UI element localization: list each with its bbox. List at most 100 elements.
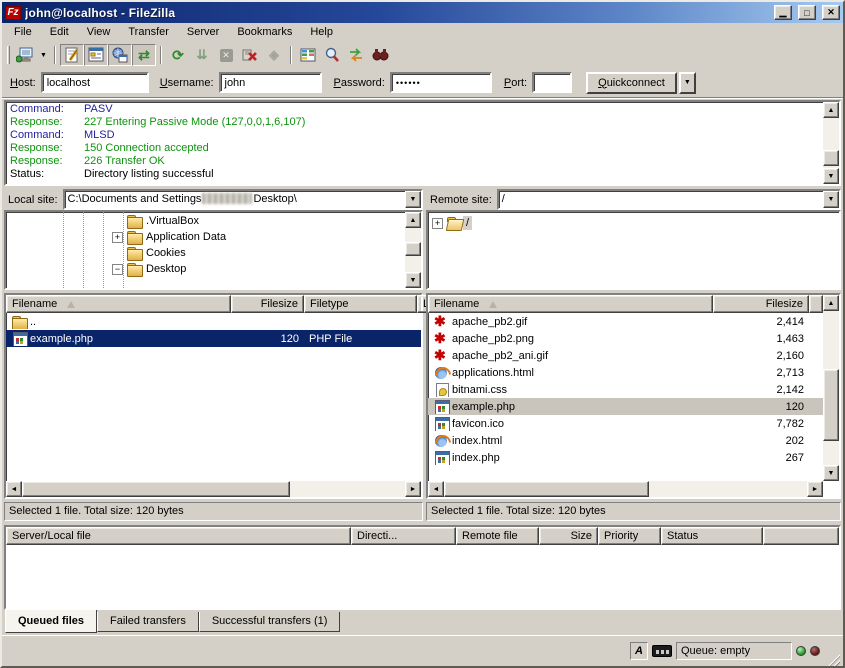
process-queue-button[interactable]: ⇊ [190, 44, 214, 66]
scrollbar-thumb[interactable] [823, 150, 839, 166]
toggle-transfer-queue-button[interactable]: ⇄ [132, 44, 156, 66]
column-header-direction[interactable]: Directi... [351, 527, 456, 545]
column-header-filesize[interactable]: Filesize [713, 295, 809, 313]
column-header-filesize[interactable]: Filesize [231, 295, 304, 313]
find-files-button[interactable] [320, 44, 344, 66]
local-site-combo[interactable]: C:\Documents and SettingsDesktop\ ▼ [63, 189, 423, 210]
scrollbar-track[interactable] [823, 311, 839, 465]
menu-bookmarks[interactable]: Bookmarks [228, 24, 301, 41]
titlebar[interactable]: Fz john@localhost - FileZilla ▁ □ ✕ [2, 2, 843, 23]
column-header-filename[interactable]: Filename [428, 295, 713, 313]
menu-file[interactable]: File [5, 24, 41, 41]
resize-grip[interactable] [827, 653, 840, 666]
file-row-apache-pb2-gif[interactable]: apache_pb2.gif 2,414 [428, 313, 823, 330]
remote-site-combo[interactable]: / ▼ [497, 189, 841, 210]
site-manager-dropdown-button[interactable]: ▼ [37, 44, 50, 66]
quickconnect-dropdown-button[interactable]: ▼ [679, 72, 696, 94]
remote-directory-tree[interactable]: / [428, 212, 839, 288]
tree-item-virtualbox[interactable]: .VirtualBox [112, 213, 202, 229]
tree-item-desktop[interactable]: Desktop [112, 261, 189, 277]
queue-body[interactable] [6, 545, 839, 608]
menu-edit[interactable]: Edit [41, 24, 78, 41]
tree-expander[interactable] [112, 264, 123, 275]
scrollbar-track[interactable] [405, 228, 421, 272]
scrollbar-track[interactable] [444, 481, 807, 497]
synchronized-browsing-button[interactable] [344, 44, 368, 66]
file-row-applications-html[interactable]: applications.html 2,713 [428, 364, 823, 381]
scrollbar-thumb[interactable] [405, 242, 421, 256]
file-row-bitnami-css[interactable]: bitnami.css 2,142 [428, 381, 823, 398]
remote-list-horizontal-scrollbar[interactable]: ◄ ► [428, 481, 823, 497]
column-header-filename[interactable]: Filename [6, 295, 231, 313]
scrollbar-track[interactable] [823, 118, 839, 168]
scroll-right-button[interactable]: ► [405, 481, 421, 497]
file-row-favicon-ico[interactable]: favicon.ico 7,782 [428, 415, 823, 432]
cancel-operation-button[interactable]: ✕ [214, 44, 238, 66]
scrollbar-thumb[interactable] [22, 481, 290, 497]
file-row-updir[interactable]: .. [6, 313, 421, 330]
scroll-up-button[interactable]: ▲ [823, 295, 839, 311]
toolbar-grip[interactable] [7, 46, 10, 64]
minimize-button[interactable]: ▁ [774, 5, 792, 20]
menu-help[interactable]: Help [301, 24, 342, 41]
file-row-apache-pb2-png[interactable]: apache_pb2.png 1,463 [428, 330, 823, 347]
refresh-button[interactable]: ⟳ [166, 44, 190, 66]
column-header-priority[interactable]: Priority [598, 527, 661, 545]
file-row-example-php[interactable]: example.php 120 [428, 398, 823, 415]
tree-item-root[interactable]: / [432, 215, 472, 231]
scroll-left-button[interactable]: ◄ [6, 481, 22, 497]
disconnect-button[interactable] [238, 44, 262, 66]
host-input[interactable]: localhost [41, 72, 149, 93]
site-manager-button[interactable] [13, 44, 37, 66]
scrollbar-thumb[interactable] [823, 369, 839, 441]
scroll-up-button[interactable]: ▲ [823, 102, 839, 118]
tree-expander[interactable] [112, 232, 123, 243]
username-input[interactable]: john [219, 72, 322, 93]
close-button[interactable]: ✕ [822, 5, 840, 20]
data-type-indicator[interactable]: A [630, 642, 648, 660]
file-row-index-php[interactable]: index.php 267 [428, 449, 823, 466]
filter-button[interactable] [368, 44, 392, 66]
toggle-message-log-button[interactable] [60, 44, 84, 66]
port-input[interactable] [532, 72, 572, 93]
status-indicator-icon[interactable] [652, 645, 672, 657]
toggle-remote-treeview-button[interactable] [108, 44, 132, 66]
local-list-horizontal-scrollbar[interactable]: ◄ ► [6, 481, 421, 497]
column-header-status[interactable]: Status [661, 527, 763, 545]
remote-list-vertical-scrollbar[interactable]: ▲ ▼ [823, 295, 839, 481]
file-row-example-php[interactable]: example.php 120 PHP File 1 [6, 330, 421, 347]
password-input[interactable]: •••••• [390, 72, 492, 93]
log-vertical-scrollbar[interactable]: ▲ ▼ [823, 102, 839, 184]
file-row-index-html[interactable]: index.html 202 [428, 432, 823, 449]
abort-button[interactable]: ◈ [262, 44, 286, 66]
column-header-remote-file[interactable]: Remote file [456, 527, 539, 545]
tab-queued-files[interactable]: Queued files [5, 610, 97, 633]
tree-expander[interactable] [432, 218, 443, 229]
quickconnect-button[interactable]: Quickconnect [586, 72, 677, 94]
scroll-left-button[interactable]: ◄ [428, 481, 444, 497]
tree-item-cookies[interactable]: Cookies [112, 245, 189, 261]
scroll-right-button[interactable]: ► [807, 481, 823, 497]
column-header-server-local-file[interactable]: Server/Local file [6, 527, 351, 545]
menu-server[interactable]: Server [178, 24, 228, 41]
column-header-filetype[interactable]: Filetype [304, 295, 417, 313]
tab-successful-transfers[interactable]: Successful transfers (1) [199, 612, 341, 632]
file-row-apache-pb2-ani-gif[interactable]: apache_pb2_ani.gif 2,160 [428, 347, 823, 364]
local-path-dropdown-button[interactable]: ▼ [405, 191, 421, 208]
scroll-up-button[interactable]: ▲ [405, 212, 421, 228]
local-directory-tree[interactable]: .VirtualBox Application Data Cookies Des… [6, 212, 405, 288]
menu-view[interactable]: View [78, 24, 120, 41]
column-header-size[interactable]: Size [539, 527, 598, 545]
scroll-down-button[interactable]: ▼ [823, 168, 839, 184]
scrollbar-thumb[interactable] [444, 481, 649, 497]
remote-path-dropdown-button[interactable]: ▼ [823, 191, 839, 208]
scroll-down-button[interactable]: ▼ [823, 465, 839, 481]
tree-item-application-data[interactable]: Application Data [112, 229, 229, 245]
directory-comparison-button[interactable] [296, 44, 320, 66]
scroll-down-button[interactable]: ▼ [405, 272, 421, 288]
tab-failed-transfers[interactable]: Failed transfers [97, 612, 199, 632]
scrollbar-track[interactable] [22, 481, 405, 497]
local-tree-vertical-scrollbar[interactable]: ▲ ▼ [405, 212, 421, 288]
maximize-button[interactable]: □ [798, 5, 816, 20]
toggle-local-treeview-button[interactable] [84, 44, 108, 66]
